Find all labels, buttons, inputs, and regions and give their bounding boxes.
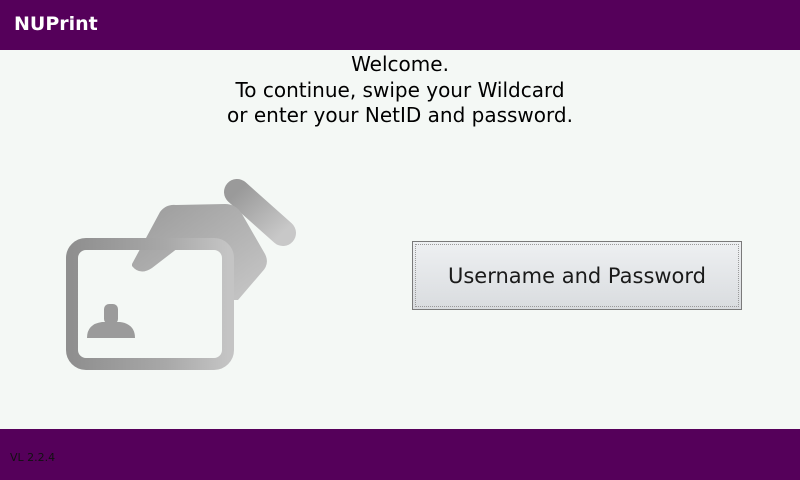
instruction-line: To continue, swipe your Wildcard: [235, 77, 565, 102]
app-title: NUPrint: [14, 13, 98, 35]
header-bar: NUPrint: [0, 0, 800, 50]
username-password-button[interactable]: Username and Password: [412, 241, 742, 310]
person-icon: [87, 304, 135, 338]
version-label: VL 2.2.4: [10, 451, 56, 464]
hand-shape: [132, 204, 267, 300]
instruction-line: or enter your NetID and password.: [227, 103, 573, 127]
card-swipe-icon: [66, 179, 296, 370]
welcome-line: Welcome.: [351, 52, 449, 76]
footer-bar: VL 2.2.4: [0, 429, 800, 480]
welcome-message: Welcome. To continue, swipe your Wildcar…: [0, 52, 800, 129]
login-screen: NUPrint Welcome. To continue, swipe your…: [0, 0, 800, 480]
